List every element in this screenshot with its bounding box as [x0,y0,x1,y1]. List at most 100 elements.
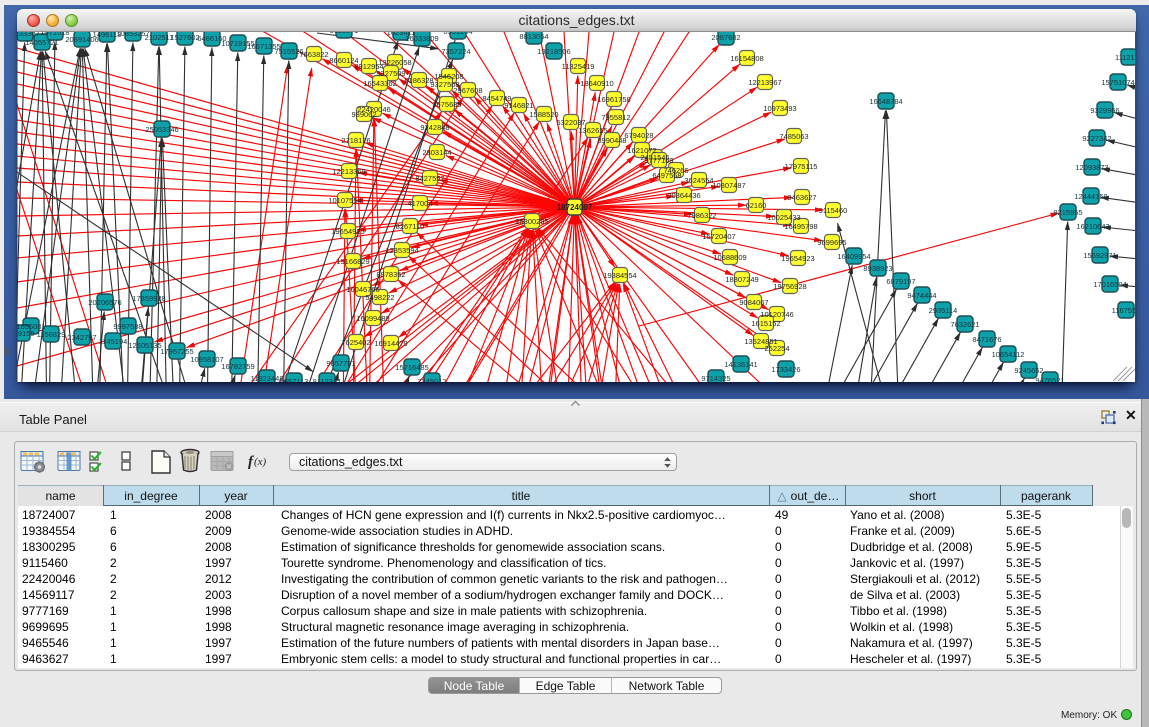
svg-text:9657791: 9657791 [326,359,355,368]
svg-text:1588520: 1588520 [529,110,558,119]
svg-text:15692971: 15692971 [1083,251,1116,260]
svg-text:2718176: 2718176 [341,136,370,145]
svg-text:2803144: 2803144 [422,148,451,157]
svg-text:9119571: 9119571 [330,32,359,35]
svg-text:10654112: 10654112 [992,350,1025,359]
svg-text:9146821: 9146821 [504,101,533,110]
svg-text:12213967: 12213967 [748,78,781,87]
svg-text:2935114: 2935114 [929,306,958,315]
svg-text:3675685: 3675685 [432,100,461,109]
svg-text:25053346: 25053346 [145,125,178,134]
svg-text:19654925: 19654925 [331,227,364,236]
svg-text:6497568: 6497568 [652,171,681,180]
svg-text:62160: 62160 [746,201,767,210]
svg-text:1112150: 1112150 [1115,53,1135,62]
svg-text:252254: 252254 [764,344,789,353]
svg-text:739159: 739159 [17,329,35,338]
svg-text:2087682: 2087682 [711,33,740,42]
svg-text:8531204: 8531204 [443,32,472,36]
svg-text:5498222: 5498222 [365,293,394,302]
svg-text:7357224: 7357224 [441,47,470,56]
svg-text:14136141: 14136141 [724,360,757,369]
svg-text:7632621: 7632621 [950,320,979,329]
svg-text:7485063: 7485063 [779,132,808,141]
svg-text:17975115: 17975115 [785,162,818,171]
svg-text:18807249: 18807249 [725,275,758,284]
svg-text:8267110: 8267110 [396,222,425,231]
svg-text:9327509: 9327509 [376,69,405,78]
svg-text:1362615: 1362615 [578,126,607,135]
svg-text:9474444: 9474444 [907,291,936,300]
svg-text:8878352: 8878352 [376,270,405,279]
svg-text:16961758: 16961758 [597,95,630,104]
svg-text:7663822: 7663822 [299,50,328,59]
svg-text:15716485: 15716485 [395,363,428,372]
svg-text:8427552: 8427552 [415,174,444,183]
svg-text:16782759: 16782759 [221,362,254,371]
svg-text:9329966: 9329966 [1090,106,1119,115]
svg-text:10973493: 10973493 [763,104,796,113]
svg-text:9463627: 9463627 [787,193,816,202]
svg-text:19218506: 19218506 [537,47,570,56]
svg-text:8938923: 8938923 [863,264,892,273]
svg-text:17957255: 17957255 [160,347,193,356]
svg-text:8471676: 8471676 [972,335,1001,344]
svg-text:2342757: 2342757 [67,333,96,342]
svg-text:7625402: 7625402 [341,338,370,347]
svg-text:1167553: 1167553 [1112,306,1135,315]
svg-text:16914479: 16914479 [374,339,407,348]
svg-text:9084067: 9084067 [739,298,768,307]
svg-text:2967608: 2967608 [453,86,482,95]
svg-text:8215955: 8215955 [1053,208,1082,217]
svg-text:19756928: 19756928 [773,282,806,291]
svg-text:1156829: 1156829 [37,330,66,339]
svg-text:9997588: 9997588 [113,322,142,331]
svg-text:16543362: 16543362 [363,79,396,88]
svg-text:19654923: 19654923 [781,254,814,263]
svg-text:9115460: 9115460 [819,206,848,215]
svg-text:10958107: 10958107 [190,355,223,364]
svg-text:6879197: 6879197 [886,277,915,286]
svg-text:9699695: 9699695 [817,238,846,247]
svg-text:12505135: 12505135 [128,341,161,350]
svg-text:1733426: 1733426 [771,365,800,374]
svg-text:20364436: 20364436 [667,191,700,200]
svg-text:18724007: 18724007 [557,203,593,212]
svg-text:9777169: 9777169 [644,156,673,165]
svg-text:9714325: 9714325 [701,374,730,382]
svg-text:12093873: 12093873 [1075,163,1108,172]
svg-text:12213369: 12213369 [332,167,365,176]
svg-text:11923448: 11923448 [251,374,284,382]
svg-text:10025433: 10025433 [767,213,800,222]
svg-text:12444159: 12444159 [1074,192,1107,201]
svg-text:19166829: 19166829 [336,257,369,266]
svg-text:1145194: 1145194 [99,337,128,346]
svg-text:20206576: 20206576 [88,298,121,307]
svg-text:1527602: 1527602 [170,33,199,42]
svg-text:12353594: 12353594 [385,246,418,255]
svg-text:10107554: 10107554 [328,196,361,205]
svg-text:16154808: 16154808 [730,54,763,63]
svg-text:16648784: 16648784 [869,97,902,106]
svg-text:6794028: 6794028 [624,131,653,140]
svg-text:16495798: 16495798 [784,222,817,231]
svg-text:10807487: 10807487 [712,181,745,190]
svg-text:10120746: 10120746 [760,310,793,319]
svg-text:8990448: 8990448 [597,136,626,145]
svg-text:7955812: 7955812 [601,113,630,122]
svg-text:8813054: 8813054 [519,32,548,41]
svg-text:8112331: 8112331 [313,377,342,382]
svg-text:16409954: 16409954 [837,252,870,261]
svg-text:11325419: 11325419 [562,62,595,71]
svg-text:9245652: 9245652 [1014,366,1043,375]
svg-text:9242848: 9242848 [420,123,449,132]
svg-text:9657113: 9657113 [280,377,309,382]
svg-text:9227342: 9227342 [1082,134,1111,143]
svg-text:25300295: 25300295 [515,217,548,226]
svg-text:16210643: 16210643 [1076,222,1109,231]
svg-text:3624554: 3624554 [684,176,713,185]
svg-text:1615152: 1615152 [751,319,780,328]
svg-text:17859928: 17859928 [132,294,165,303]
svg-text:17016504: 17016504 [1093,280,1126,289]
svg-text:18640910: 18640910 [580,79,613,88]
